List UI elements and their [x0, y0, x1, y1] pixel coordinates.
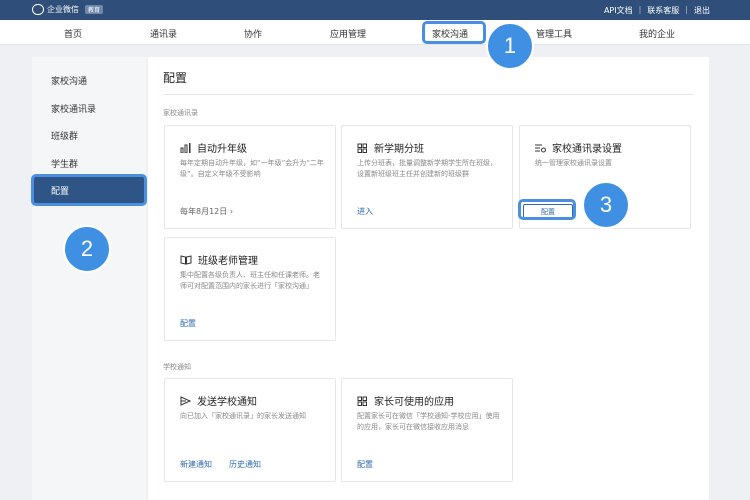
card-description: 每年定期自动升年级，如“一年级”会升为“二年级”。自定义年级不受影响 [180, 159, 324, 178]
upgrade-date-link[interactable]: 每年8月12日 › [180, 206, 233, 217]
sidebar: 家校沟通 家校通讯录 班级群 学生群 [32, 57, 146, 500]
card-description: 配置家长可在微信「学校通知-学校应用」使用的应用，家长可在微信接收应用消息 [357, 412, 500, 431]
brand-name: 企业微信 [47, 5, 79, 14]
step-3-marker: 3 [582, 181, 630, 229]
divider [163, 94, 694, 95]
nav-collaboration[interactable]: 协作 [244, 27, 262, 40]
card-title: 自动升年级 [197, 144, 247, 155]
edu-badge: 教育 [85, 5, 104, 14]
logout-link[interactable]: 退出 [694, 5, 710, 16]
config-link[interactable]: 配置 [357, 459, 373, 470]
config-link[interactable]: 配置 [180, 318, 196, 329]
card-description: 统一管理家校通讯录设置 [535, 159, 612, 167]
nav-contacts[interactable]: 通讯录 [150, 27, 177, 40]
card-description: 集中配置各级负责人、班主任和任课老师。老师可对配置范围内的家长进行「家校沟通」 [180, 271, 320, 290]
contact-support-link[interactable]: 联系客服 [647, 5, 679, 16]
apps-icon [357, 396, 367, 406]
divider: | [638, 5, 642, 14]
card-new-term: 新学期分班 上传分班表，批量调整新学期学生所在班级，设置新班级班主任并创建新的班… [341, 125, 513, 229]
nav-app-management[interactable]: 应用管理 [330, 27, 366, 40]
book-icon [180, 254, 192, 265]
grid-icon [357, 143, 367, 153]
card-title: 新学期分班 [374, 144, 424, 155]
top-bar: 企业微信 教育 API文档 | 联系客服 | 退出 [0, 0, 750, 20]
highlight-config-button [518, 199, 576, 220]
section-label-notices: 学校通知 [163, 363, 191, 371]
list-settings-icon [535, 144, 546, 152]
sidebar-item-home-school[interactable]: 家校沟通 [51, 74, 87, 87]
step-2-marker: 2 [63, 225, 111, 273]
new-notice-link[interactable]: 新建通知 [180, 459, 212, 470]
enter-link[interactable]: 进入 [357, 206, 373, 217]
send-icon [180, 395, 191, 406]
api-docs-link[interactable]: API文档 [604, 5, 633, 16]
sidebar-item-student-group[interactable]: 学生群 [51, 157, 78, 170]
nav-management-tools[interactable]: 管理工具 [536, 27, 572, 40]
main-panel: 配置 家校通讯录 学校通知 自动升年级 每年定期自动升年级，如“一年级”会升为“… [148, 57, 709, 500]
bar-chart-icon [180, 142, 191, 153]
card-description: 上传分班表，批量调整新学期学生所在班级，设置新班级班主任并创建新的班级群 [357, 159, 497, 178]
card-parent-apps: 家长可使用的应用 配置家长可在微信「学校通知-学校应用」使用的应用，家长可在微信… [341, 378, 513, 482]
nav-home[interactable]: 首页 [64, 27, 82, 40]
top-links: API文档 | 联系客服 | 退出 [604, 5, 710, 16]
card-title: 家校通讯录设置 [552, 144, 622, 155]
card-description: 向已加入「家校通讯录」的家长发送通知 [180, 412, 306, 420]
chevron-right-icon: › [229, 207, 234, 216]
highlight-sidebar-config [31, 174, 147, 206]
section-label-contacts: 家校通讯录 [163, 109, 198, 117]
page-title: 配置 [163, 71, 188, 85]
card-title: 发送学校通知 [197, 397, 257, 408]
sidebar-item-contacts[interactable]: 家校通讯录 [51, 102, 96, 115]
wechat-work-logo-icon [32, 4, 44, 15]
divider: | [685, 5, 688, 14]
sidebar-item-class-group[interactable]: 班级群 [51, 129, 78, 142]
step-1-marker: 1 [486, 22, 534, 70]
highlight-nav-home-school [422, 21, 486, 44]
notice-history-link[interactable]: 历史通知 [229, 459, 261, 470]
card-class-teacher: 班级老师管理 集中配置各级负责人、班主任和任课老师。老师可对配置范围内的家长进行… [164, 237, 336, 341]
main-nav: 首页 通讯录 协作 应用管理 家校沟通 管理工具 我的企业 [0, 20, 750, 45]
card-title: 家长可使用的应用 [374, 397, 454, 408]
brand-logo[interactable]: 企业微信 教育 [32, 4, 104, 15]
nav-my-enterprise[interactable]: 我的企业 [639, 27, 675, 40]
card-title: 班级老师管理 [198, 256, 258, 267]
card-send-notice: 发送学校通知 向已加入「家校通讯录」的家长发送通知 新建通知 历史通知 [164, 378, 336, 482]
card-auto-upgrade: 自动升年级 每年定期自动升年级，如“一年级”会升为“二年级”。自定义年级不受影响… [164, 125, 336, 229]
